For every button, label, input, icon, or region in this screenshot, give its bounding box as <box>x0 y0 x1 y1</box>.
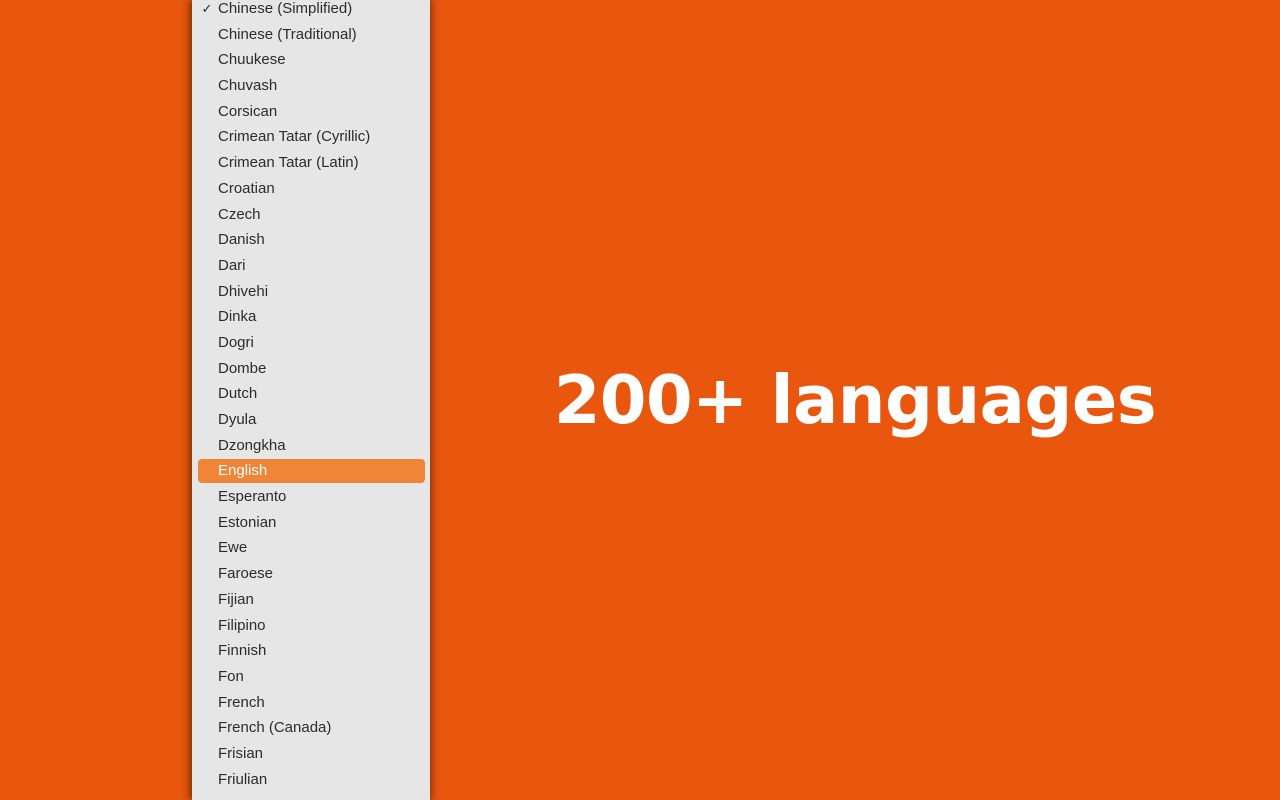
language-menu-item[interactable]: Esperanto <box>192 484 430 510</box>
language-menu-item[interactable]: Crimean Tatar (Cyrillic) <box>192 124 430 150</box>
language-menu-item-label: Ewe <box>218 539 248 557</box>
language-menu-item[interactable]: Finnish <box>192 638 430 664</box>
language-dropdown-menu[interactable]: ✓ Chinese (Simplified) Chinese (Traditiona… <box>192 0 430 800</box>
language-menu-item[interactable]: Chuukese <box>192 47 430 73</box>
language-menu-item-label: Danish <box>218 231 265 249</box>
language-menu-item-label: French <box>218 693 265 711</box>
language-menu-item[interactable]: Crimean Tatar (Latin) <box>192 150 430 176</box>
language-menu-item-label: Faroese <box>218 565 274 583</box>
language-menu-item-label: Dinka <box>218 308 257 326</box>
hero-section: 200+ languages <box>430 0 1280 800</box>
language-menu-item[interactable]: Danish <box>192 227 430 253</box>
check-icon: ✓ <box>201 1 213 16</box>
language-menu-item[interactable]: Filipino <box>192 613 430 639</box>
language-menu-item[interactable]: Chinese (Traditional) <box>192 22 430 48</box>
language-menu-item[interactable]: ✓ Chinese (Simplified) <box>192 0 430 22</box>
language-menu-item-label: Chuukese <box>218 51 286 69</box>
page-title: 200+ languages <box>553 360 1157 439</box>
language-menu-item[interactable]: Czech <box>192 202 430 228</box>
language-menu-item-label: Dyula <box>218 411 257 428</box>
language-menu-item-label: Estonian <box>218 513 277 531</box>
language-menu-item[interactable]: Dyula <box>192 407 430 433</box>
language-menu-item[interactable]: Fon <box>192 664 430 690</box>
language-menu-item[interactable]: Dogri <box>192 330 430 356</box>
language-menu-item[interactable]: Friulian <box>192 767 430 793</box>
language-menu-item[interactable]: Ewe <box>192 535 430 561</box>
language-menu-item[interactable]: Corsican <box>192 99 430 125</box>
language-menu-item[interactable]: Dari <box>192 253 430 279</box>
language-menu-item-label: Dhivehi <box>218 282 269 300</box>
language-menu-item[interactable]: Frisian <box>192 741 430 767</box>
language-menu-item[interactable]: Dinka <box>192 304 430 330</box>
language-menu-item-label: Corsican <box>218 102 278 120</box>
language-menu-item[interactable]: Faroese <box>192 561 430 587</box>
language-menu-item[interactable]: Dombe <box>192 356 430 382</box>
language-menu-item[interactable]: French (Canada) <box>192 715 430 741</box>
language-menu-item-label: Finnish <box>218 642 267 660</box>
language-menu-item-label: Friulian <box>218 770 268 788</box>
language-menu-item-label: Croatian <box>218 179 275 197</box>
language-menu-item-label: Filipino <box>218 616 266 634</box>
language-menu-item-label: Crimean Tatar (Latin) <box>218 154 359 172</box>
language-menu-item-label: Dogri <box>218 333 254 351</box>
language-menu-item[interactable]: Croatian <box>192 176 430 202</box>
language-list[interactable]: ✓ Chinese (Simplified) Chinese (Traditiona… <box>192 0 430 792</box>
language-menu-item-label: Frisian <box>218 744 264 762</box>
language-menu-item-label: Chuvash <box>218 77 278 95</box>
language-menu-item-label: Esperanto <box>218 488 287 506</box>
language-menu-item-label: Dzongkha <box>218 436 286 454</box>
language-menu-item[interactable]: Dzongkha <box>192 433 430 459</box>
language-menu-item-label: Fon <box>218 667 244 685</box>
language-menu-item-label: Chinese (Traditional) <box>218 25 357 43</box>
language-menu-item-label: Dutch <box>218 385 258 403</box>
language-menu-item-label: English <box>218 462 268 480</box>
language-menu-item[interactable]: Estonian <box>192 510 430 536</box>
language-menu-item[interactable]: English <box>192 458 430 484</box>
language-menu-item-label: Dari <box>218 256 246 274</box>
language-menu-item-label: Dombe <box>218 359 267 377</box>
language-menu-item[interactable]: Dutch <box>192 381 430 407</box>
language-menu-item-label: Chinese (Simplified) <box>218 0 353 17</box>
language-menu-item-label: Fijian <box>218 590 254 608</box>
language-menu-item[interactable]: Fijian <box>192 587 430 613</box>
language-menu-item-label: French (Canada) <box>218 719 332 737</box>
language-menu-item[interactable]: French <box>192 690 430 716</box>
language-menu-item[interactable]: Dhivehi <box>192 279 430 305</box>
language-menu-item[interactable]: Chuvash <box>192 73 430 99</box>
language-menu-item-label: Crimean Tatar (Cyrillic) <box>218 128 371 146</box>
language-menu-item-label: Czech <box>218 205 261 223</box>
